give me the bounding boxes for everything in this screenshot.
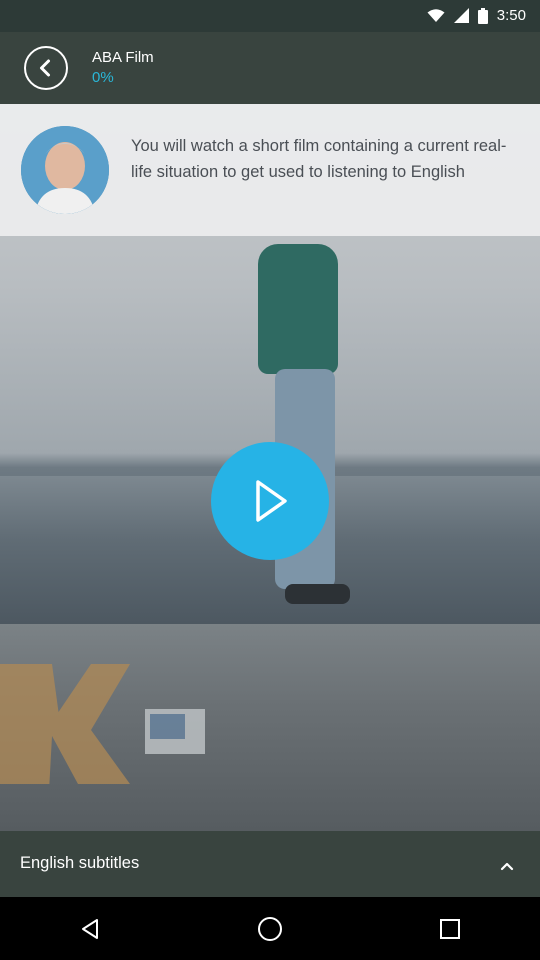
battery-icon xyxy=(477,7,488,24)
graffiti-art xyxy=(150,714,185,739)
circle-home-icon xyxy=(258,916,282,941)
status-time: 3:50 xyxy=(496,7,526,24)
page-title: ABA Film xyxy=(92,49,154,66)
back-button[interactable] xyxy=(20,42,72,94)
triangle-back-icon xyxy=(82,918,98,939)
avatar xyxy=(21,126,109,214)
info-text: You will watch a short film containing a… xyxy=(131,137,507,181)
subtitles-label: English subtitles xyxy=(20,854,140,872)
wifi-icon xyxy=(427,8,445,22)
app-header: ABA Film 0% xyxy=(0,32,540,104)
person-figure xyxy=(258,244,338,374)
back-arrow-icon xyxy=(24,46,68,90)
subtitles-toggle-button[interactable] xyxy=(492,851,522,881)
progress-text: 0% xyxy=(92,69,114,86)
square-recents-icon xyxy=(440,918,460,939)
subtitles-bar[interactable]: English subtitles xyxy=(0,831,540,897)
signal-icon xyxy=(453,8,469,23)
status-bar: 3:50 xyxy=(0,0,540,32)
play-button[interactable] xyxy=(211,442,329,560)
chevron-up-icon xyxy=(500,862,514,871)
person-figure xyxy=(285,584,350,604)
play-icon xyxy=(256,480,287,522)
system-nav-bar xyxy=(0,897,540,960)
nav-back-button[interactable] xyxy=(60,899,120,959)
nav-recents-button[interactable] xyxy=(420,899,480,959)
status-icons: 3:50 xyxy=(427,7,526,24)
nav-home-button[interactable] xyxy=(240,899,300,959)
info-banner: You will watch a short film containing a… xyxy=(0,104,540,236)
